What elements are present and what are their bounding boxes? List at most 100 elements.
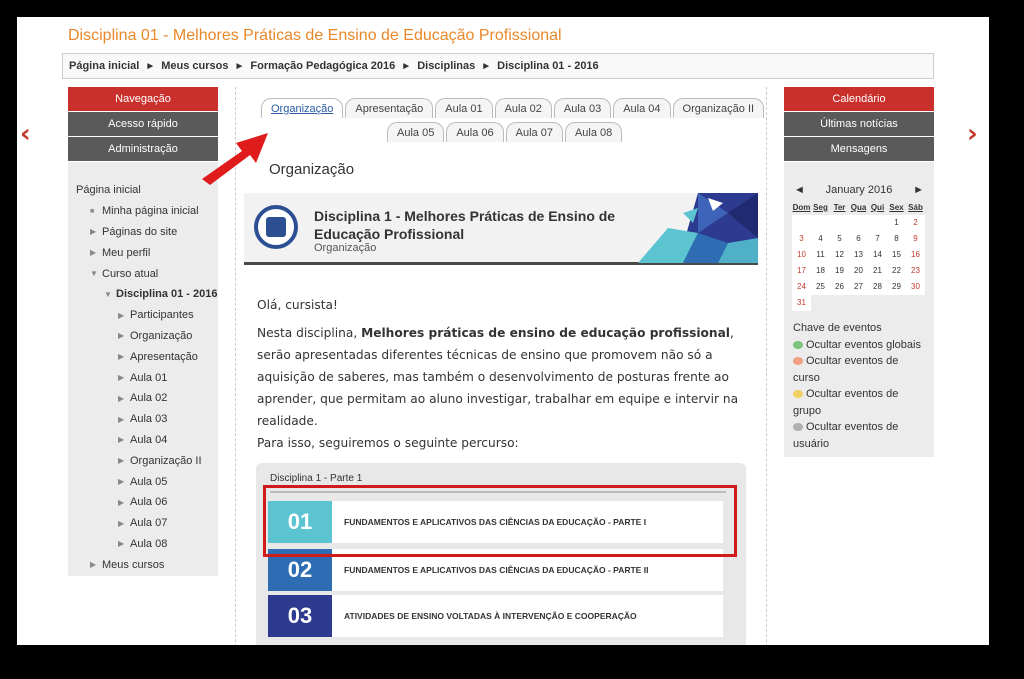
nav-item[interactable]: ▶ Aula 04 [68, 430, 218, 451]
calendar-day[interactable]: 3 [792, 231, 811, 247]
nav-item[interactable]: ▼ Disciplina 01 - 2016 [68, 284, 218, 305]
calendar-blank [830, 215, 849, 231]
eye-icon [793, 340, 803, 349]
calendar-day[interactable]: 12 [830, 247, 849, 263]
breadcrumb-link[interactable]: Meus cursos [161, 60, 228, 72]
calendar-day[interactable]: 20 [849, 263, 868, 279]
nav-item[interactable]: ▶ Aula 02 [68, 388, 218, 409]
nav-item[interactable]: ▶ Aula 01 [68, 367, 218, 388]
course-part-heading: Disciplina 1 - Parte 1 [270, 473, 363, 484]
calendar-day[interactable]: 21 [868, 263, 887, 279]
tab[interactable]: Aula 05 [387, 122, 445, 142]
news-header[interactable]: Últimas notícias [784, 112, 934, 136]
breadcrumb-link[interactable]: Formação Pedagógica 2016 [250, 60, 395, 72]
calendar-day[interactable]: 2 [906, 215, 925, 231]
nav-item[interactable]: ▶ Apresentação [68, 346, 218, 367]
calendar-prev-icon[interactable]: ◄ [794, 184, 805, 196]
collapsed-arrow-icon: ▶ [118, 331, 125, 341]
intro-paragraph-2: Para isso, seguiremos o seguinte percurs… [257, 436, 519, 450]
event-toggle-user[interactable]: Ocultar eventos de usuário [793, 419, 928, 452]
admin-header[interactable]: Administração [68, 137, 218, 161]
calendar-day[interactable]: 19 [830, 263, 849, 279]
collapsed-arrow-icon: ▶ [118, 539, 125, 549]
tab[interactable]: Aula 03 [553, 98, 612, 118]
calendar-day[interactable]: 14 [868, 247, 887, 263]
tab[interactable]: Aula 06 [446, 122, 504, 142]
nav-item-label: Meu perfil [102, 246, 151, 259]
tab[interactable]: Organização II [672, 98, 765, 118]
breadcrumb-link[interactable]: Disciplinas [417, 60, 475, 72]
nav-item-label: Organização [130, 329, 193, 342]
calendar-day[interactable]: 27 [849, 279, 868, 295]
calendar-day[interactable]: 18 [811, 263, 830, 279]
nav-item[interactable]: Página inicial [68, 180, 218, 201]
course-item-number: 03 [268, 595, 332, 637]
collapsed-arrow-icon: ▶ [118, 456, 125, 466]
nav-item[interactable]: ▶ Participantes [68, 305, 218, 326]
calendar-day[interactable]: 16 [906, 247, 925, 263]
prev-arrow-icon[interactable]: ‹ [20, 121, 31, 147]
nav-item[interactable]: ▶ Meu perfil [68, 242, 218, 263]
tab[interactable]: Organização [261, 98, 344, 118]
calendar-weekday: Sáb [908, 203, 923, 212]
calendar-day[interactable]: 23 [906, 263, 925, 279]
nav-item[interactable]: ▶ Aula 06 [68, 492, 218, 513]
page-title: Disciplina 01 - Melhores Práticas de Ens… [68, 27, 562, 44]
nav-item[interactable]: ▶ Organização [68, 326, 218, 347]
nav-item[interactable]: ▶ Aula 03 [68, 409, 218, 430]
calendar-next-icon[interactable]: ► [913, 184, 924, 196]
tab[interactable]: Aula 07 [505, 122, 563, 142]
calendar-day[interactable]: 17 [792, 263, 811, 279]
course-item-3[interactable]: 03 ATIVIDADES DE ENSINO VOLTADAS À INTER… [268, 595, 723, 637]
next-arrow-icon[interactable]: › [967, 121, 978, 147]
calendar-day[interactable]: 11 [811, 247, 830, 263]
calendar-weekday: Qui [870, 203, 885, 212]
breadcrumb-link[interactable]: Página inicial [69, 60, 139, 72]
calendar-day[interactable]: 8 [887, 231, 906, 247]
nav-item[interactable]: ■ Minha página inicial [68, 201, 218, 222]
calendar-day[interactable]: 4 [811, 231, 830, 247]
nav-item[interactable]: ▶ Páginas do site [68, 222, 218, 243]
calendar-day[interactable]: 22 [887, 263, 906, 279]
calendar-day[interactable]: 28 [868, 279, 887, 295]
calendar-day[interactable]: 25 [811, 279, 830, 295]
calendar-day[interactable]: 5 [830, 231, 849, 247]
calendar-day[interactable]: 6 [849, 231, 868, 247]
calendar-day[interactable]: 31 [792, 295, 811, 311]
tab[interactable]: Aula 08 [564, 122, 623, 142]
tabs-row-1: Organização Apresentação Aula 01 Aula 02 Aul… [261, 98, 765, 118]
calendar-day[interactable]: 15 [887, 247, 906, 263]
tab[interactable]: Aula 04 [613, 98, 671, 118]
calendar-day[interactable]: 7 [868, 231, 887, 247]
left-block-headers: Navegação Acesso rápido Administração [68, 87, 218, 162]
calendar-day[interactable]: 1 [887, 215, 906, 231]
collapsed-arrow-icon: ▶ [118, 518, 125, 528]
tab[interactable]: Aula 01 [435, 98, 493, 118]
event-toggle-group[interactable]: Ocultar eventos de grupo [793, 386, 928, 419]
nav-item[interactable]: ▶ Aula 05 [68, 471, 218, 492]
calendar-day[interactable]: 9 [906, 231, 925, 247]
tab[interactable]: Aula 02 [494, 98, 552, 118]
calendar-day[interactable]: 26 [830, 279, 849, 295]
nav-item[interactable]: ▶ Meus cursos [68, 554, 218, 575]
event-toggle-course[interactable]: Ocultar eventos de curso [793, 353, 928, 386]
nav-item-label: Curso atual [102, 267, 159, 280]
quick-access-header[interactable]: Acesso rápido [68, 112, 218, 136]
messages-header[interactable]: Mensagens [784, 137, 934, 161]
calendar-header[interactable]: Calendário [784, 87, 934, 111]
calendar-day[interactable]: 13 [849, 247, 868, 263]
nav-item[interactable]: ▼ Curso atual [68, 263, 218, 284]
nav-item[interactable]: ▶ Aula 08 [68, 534, 218, 555]
event-toggle-global[interactable]: Ocultar eventos globais [793, 337, 928, 354]
calendar-day[interactable]: 24 [792, 279, 811, 295]
nav-item[interactable]: ▶ Aula 07 [68, 513, 218, 534]
tab[interactable]: Apresentação [345, 98, 434, 118]
calendar-day[interactable]: 29 [887, 279, 906, 295]
nav-item-label: Disciplina 01 - 2016 [116, 288, 218, 301]
calendar-weekday: Ter [833, 203, 846, 212]
calendar-day[interactable]: 10 [792, 247, 811, 263]
nav-item[interactable]: ▶ Organização II [68, 450, 218, 471]
calendar-day[interactable]: 30 [906, 279, 925, 295]
breadcrumb-link[interactable]: Disciplina 01 - 2016 [497, 60, 599, 72]
nav-block-header[interactable]: Navegação [68, 87, 218, 111]
